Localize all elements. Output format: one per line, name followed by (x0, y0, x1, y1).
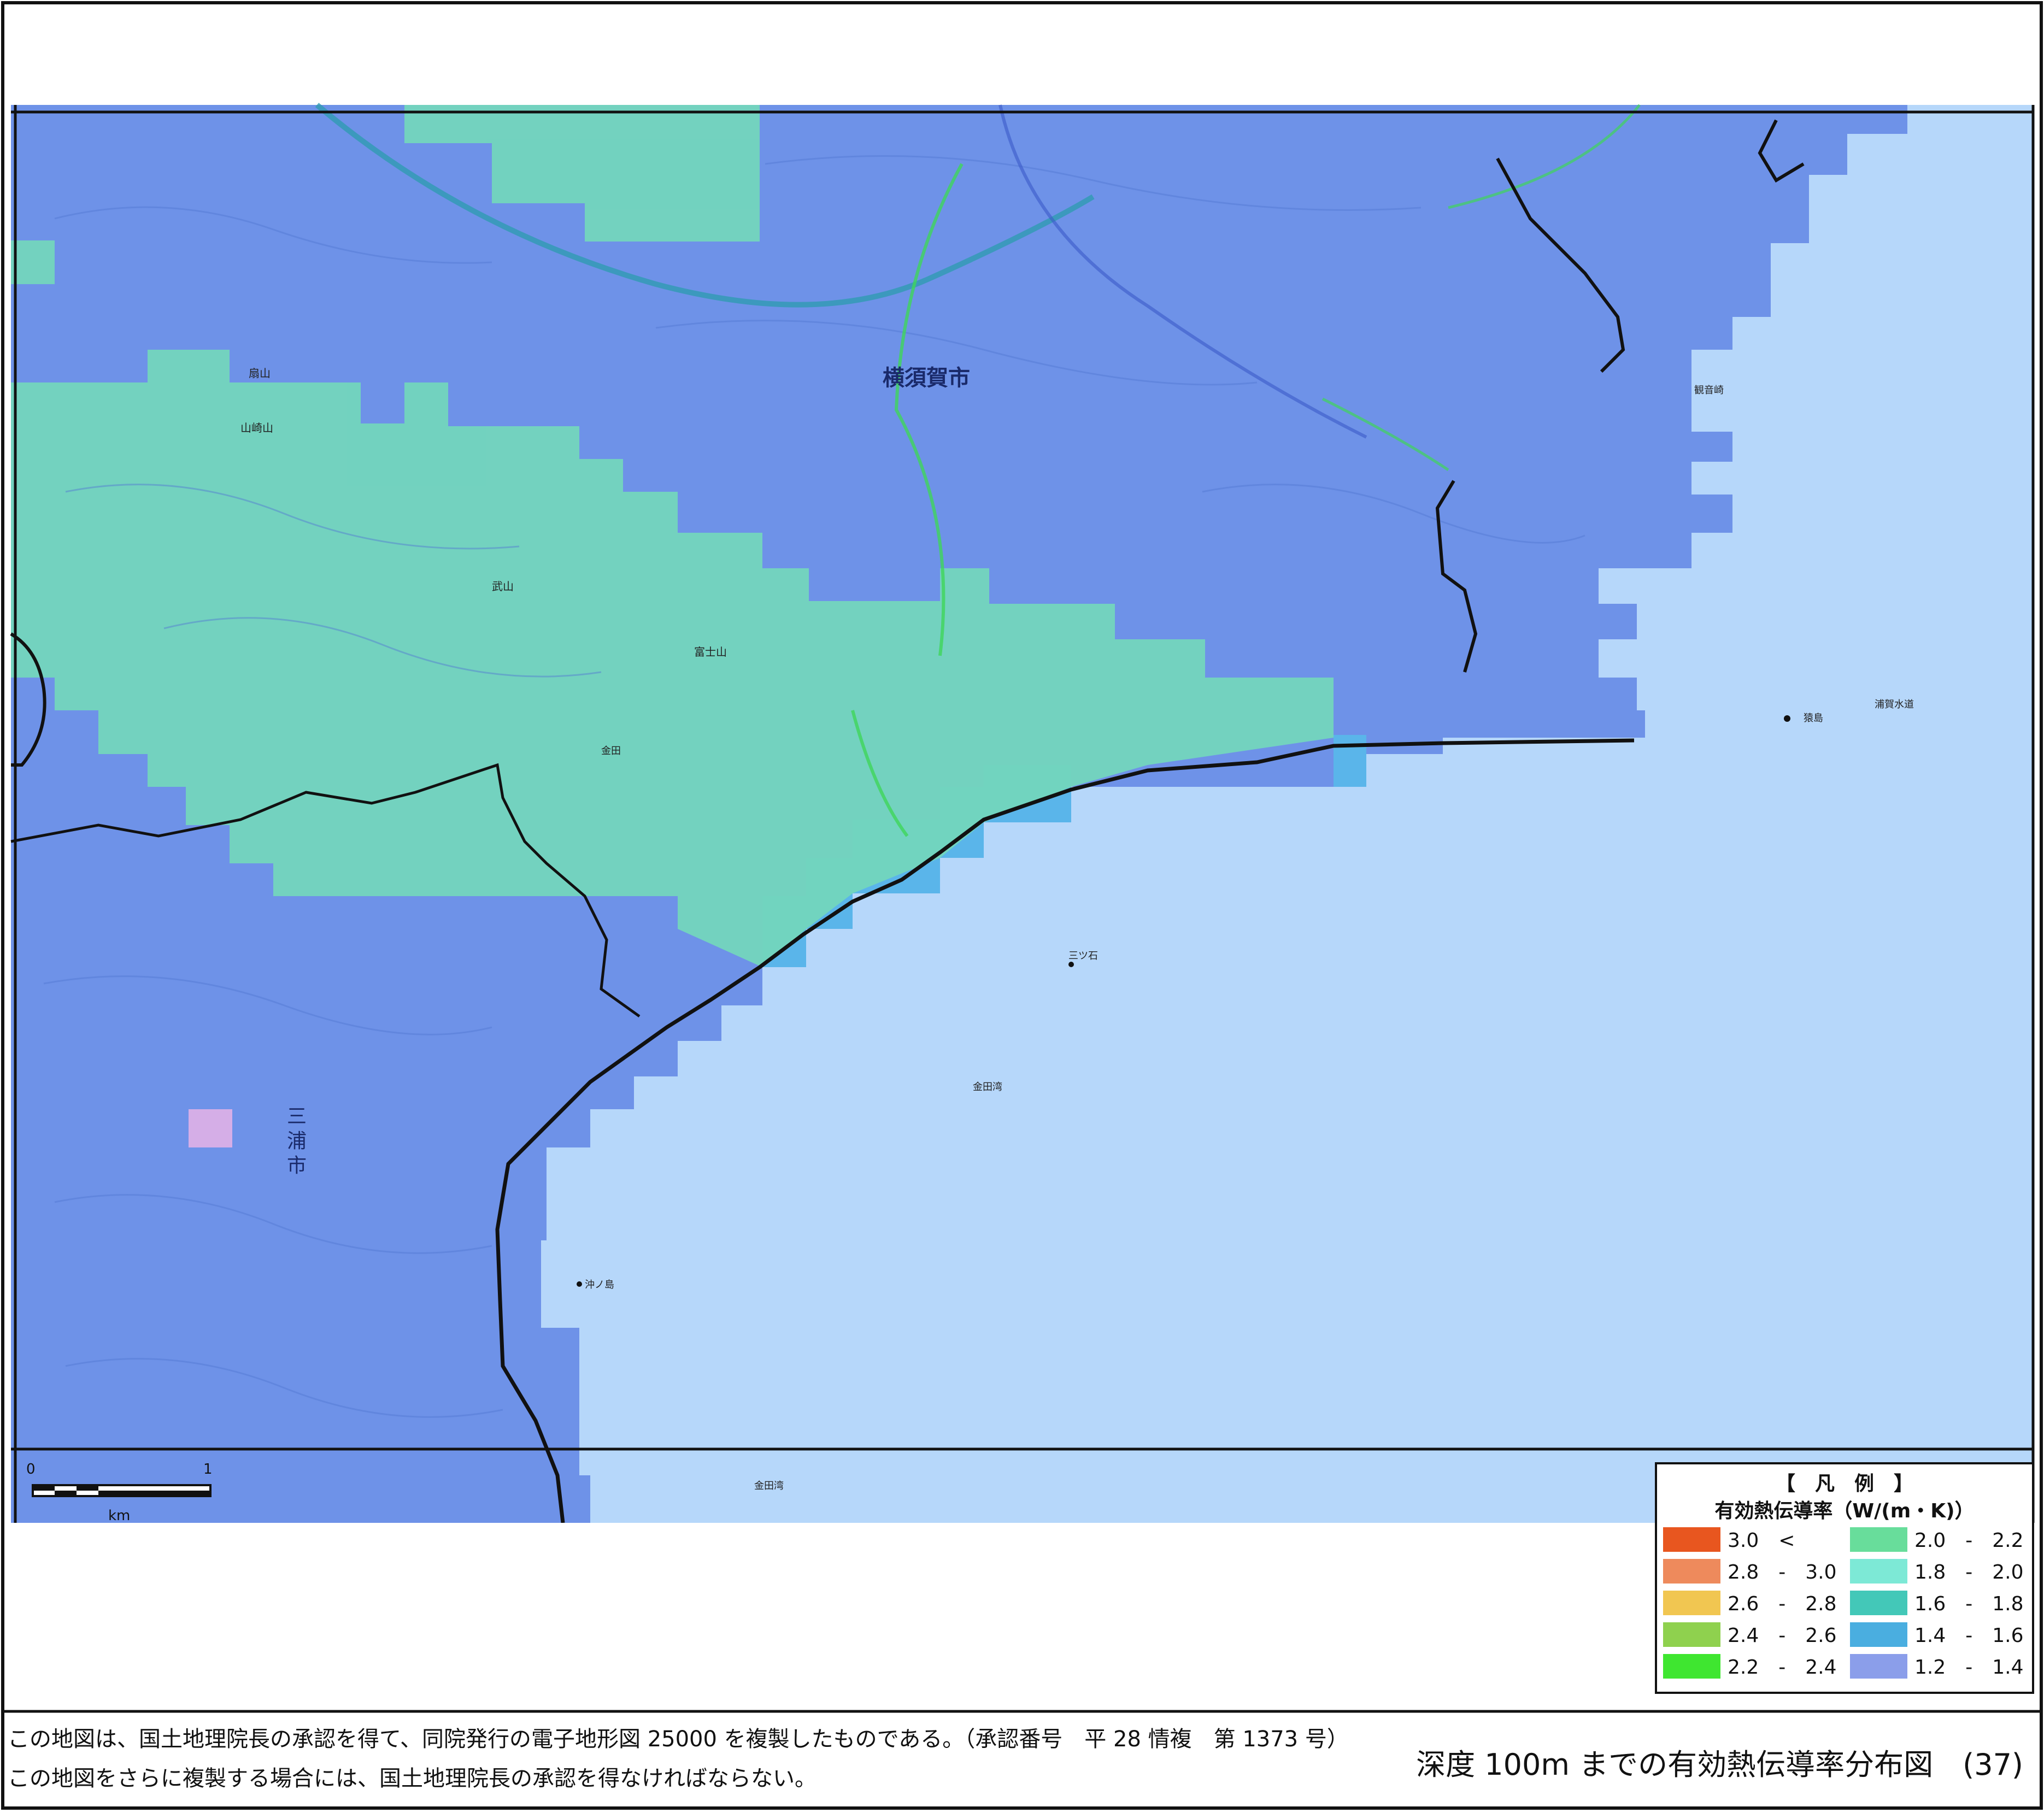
reproduction-note: この地図をさらに複製する場合には、国土地理院長の承認を得なければならない。 (8, 1766, 817, 1791)
place-label: 金田湾 (754, 1480, 784, 1492)
copyright-note: この地図は、国土地理院長の承認を得て、同院発行の電子地形図 25000 を複製し… (8, 1727, 1349, 1752)
place-label: 武山 (492, 580, 514, 593)
legend-label: 2.2 - 2.4 (1728, 1656, 1837, 1679)
map-sheet: 横須賀市 三 浦 市 武山 富士山 扇山 山崎山 金田湾 金田湾 三ツ石 沖ノ島… (0, 0, 2044, 1811)
legend-label: 1.4 - 1.6 (1914, 1624, 2024, 1647)
place-label: 山崎山 (240, 421, 273, 434)
legend-label: 3.0 < (1728, 1529, 1795, 1552)
legend-label: 2.0 - 2.2 (1914, 1529, 2024, 1552)
sheet-title: 深度 100m までの有効熱伝導率分布図 (37) (1416, 1747, 2023, 1782)
city-label-miura-1: 三 (287, 1105, 307, 1128)
legend-swatch (1663, 1591, 1720, 1615)
place-label: 金田湾 (973, 1081, 1002, 1093)
place-label: 猿島 (1804, 713, 1823, 724)
city-label-miura-2: 浦 (287, 1130, 307, 1152)
lower-blank (11, 1523, 1656, 1687)
legend-swatch (1850, 1559, 1907, 1584)
legend-label: 1.8 - 2.0 (1914, 1561, 2024, 1584)
scale-start-label: 0 (26, 1461, 36, 1478)
legend-swatch (1663, 1559, 1720, 1584)
legend-swatch (1663, 1527, 1720, 1552)
island-marker (577, 1281, 582, 1287)
scale-end-label: 1 (203, 1461, 213, 1478)
legend-swatch (1663, 1622, 1720, 1647)
scale-unit-label: km (108, 1508, 130, 1524)
place-label: 富士山 (694, 645, 727, 658)
legend-swatch (1850, 1654, 1907, 1679)
pink-cell (189, 1109, 232, 1147)
legend: 【 凡 例 】 有効熱伝導率（W/(m・K)） 3.0 < 2.8 - 3.0 2.… (1655, 1462, 2034, 1694)
place-label: 沖ノ島 (585, 1279, 614, 1291)
place-label: 浦賀水道 (1875, 699, 1914, 710)
city-label-miura-3: 市 (287, 1155, 307, 1177)
map-canvas: 横須賀市 三 浦 市 武山 富士山 扇山 山崎山 金田湾 金田湾 三ツ石 沖ノ島… (1, 1, 2043, 1810)
place-label: 三ツ石 (1068, 950, 1098, 962)
island-marker (1068, 962, 1074, 967)
legend-label: 2.6 - 2.8 (1728, 1593, 1837, 1615)
place-label: 観音崎 (1694, 385, 1724, 396)
place-label: 金田 (601, 745, 621, 757)
legend-label: 1.2 - 1.4 (1914, 1656, 2024, 1679)
island-marker (1784, 715, 1790, 722)
legend-label: 2.8 - 3.0 (1728, 1561, 1837, 1584)
legend-swatch (1663, 1654, 1720, 1679)
legend-swatch (1850, 1527, 1907, 1552)
legend-label: 2.4 - 2.6 (1728, 1624, 1837, 1647)
city-label-yokosuka: 横須賀市 (883, 366, 970, 391)
legend-swatch (1850, 1622, 1907, 1647)
place-label: 扇山 (249, 367, 271, 380)
legend-subtitle: 有効熱伝導率（W/(m・K)） (1714, 1500, 1974, 1522)
legend-swatch (1850, 1591, 1907, 1615)
legend-label: 1.6 - 1.8 (1914, 1593, 2024, 1615)
legend-title: 【 凡 例 】 (1776, 1473, 1913, 1495)
